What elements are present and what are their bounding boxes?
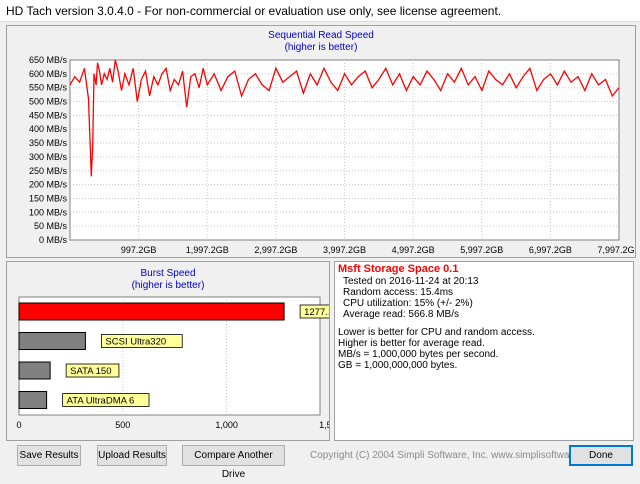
save-results-button[interactable]: Save Results xyxy=(17,445,81,466)
seq-y-tick-label: 100 MB/s xyxy=(29,207,68,217)
random-access: Random access: 15.4ms xyxy=(343,287,454,298)
sequential-read-panel: Sequential Read Speed (higher is better)… xyxy=(6,25,636,258)
seq-y-tick-label: 450 MB/s xyxy=(29,110,68,120)
seq-x-tick-label: 7,997.2GB xyxy=(597,245,635,255)
burst-data-label: ATA UltraDMA 6 xyxy=(67,396,135,407)
note-higher-better: Higher is better for average read. xyxy=(338,338,485,349)
seq-y-tick-label: 150 MB/s xyxy=(29,193,68,203)
seq-y-tick-label: 650 MB/s xyxy=(29,55,68,65)
seq-x-tick-label: 1,997.2GB xyxy=(186,245,229,255)
seq-x-tick-label: 6,997.2GB xyxy=(529,245,572,255)
seq-x-tick-label: 2,997.2GB xyxy=(254,245,297,255)
done-button[interactable]: Done xyxy=(569,445,633,466)
average-read: Average read: 566.8 MB/s xyxy=(343,309,459,320)
tested-on: Tested on 2016-11-24 at 20:13 xyxy=(343,276,479,287)
burst-bar xyxy=(18,332,86,350)
seq-y-tick-label: 0 MB/s xyxy=(39,235,68,245)
results-info-panel: Msft Storage Space 0.1 Tested on 2016-11… xyxy=(334,261,634,441)
burst-bar xyxy=(18,391,48,409)
copyright-text: Copyright (C) 2004 Simpli Software, Inc.… xyxy=(310,450,601,461)
burst-x-tick-label: 1,000 xyxy=(215,420,238,430)
seq-y-tick-label: 600 MB/s xyxy=(29,69,68,79)
seq-y-tick-label: 550 MB/s xyxy=(29,83,68,93)
burst-speed-chart: 0 500 1,000 1,500 1277.1 MB/s SCSI Ultra320 SA… xyxy=(16,296,329,430)
seq-y-tick-label: 350 MB/s xyxy=(29,138,68,148)
drive-name: Msft Storage Space 0.1 xyxy=(338,263,459,275)
seq-y-tick-label: 50 MB/s xyxy=(34,221,68,231)
note-mbs-definition: MB/s = 1,000,000 bytes per second. xyxy=(338,349,499,360)
title-bar: HD Tach version 3.0.4.0 - For non-commer… xyxy=(0,0,640,22)
burst-bar xyxy=(18,302,285,321)
sequential-read-chart: 650 MB/s 600 MB/s 550 MB/s 500 MB/s 450 MB/s… xyxy=(29,55,635,255)
burst-data-label: 1277.1 MB/s xyxy=(304,307,329,318)
seq-x-tick-label: 4,997.2GB xyxy=(392,245,435,255)
seq-x-tick-label: 3,997.2GB xyxy=(323,245,366,255)
seq-y-tick-label: 400 MB/s xyxy=(29,124,68,134)
burst-data-label: SCSI Ultra320 xyxy=(105,337,166,348)
seq-y-tick-label: 500 MB/s xyxy=(29,97,68,107)
burst-x-tick-label: 500 xyxy=(115,420,130,430)
seq-y-tick-label: 300 MB/s xyxy=(29,152,68,162)
burst-data-label: SATA 150 xyxy=(70,366,111,377)
window-title: HD Tach version 3.0.4.0 - For non-commer… xyxy=(6,4,502,18)
burst-x-tick-label: 0 xyxy=(16,420,21,430)
burst-speed-panel: Burst Speed (higher is better) 0 500 1,000… xyxy=(6,261,330,441)
note-lower-better: Lower is better for CPU and random acces… xyxy=(338,327,535,338)
seq-y-tick-label: 250 MB/s xyxy=(29,166,68,176)
note-gb-definition: GB = 1,000,000,000 bytes. xyxy=(338,360,458,371)
seq-x-tick-label: 997.2GB xyxy=(121,245,157,255)
seq-x-tick-label: 5,997.2GB xyxy=(460,245,503,255)
cpu-utilization: CPU utilization: 15% (+/- 2%) xyxy=(343,298,473,309)
seq-y-tick-label: 200 MB/s xyxy=(29,180,68,190)
compare-another-drive-button[interactable]: Compare Another Drive xyxy=(182,445,285,480)
burst-x-tick-label: 1,500 xyxy=(319,420,329,430)
burst-bar xyxy=(18,361,51,380)
upload-results-button[interactable]: Upload Results xyxy=(97,445,167,466)
